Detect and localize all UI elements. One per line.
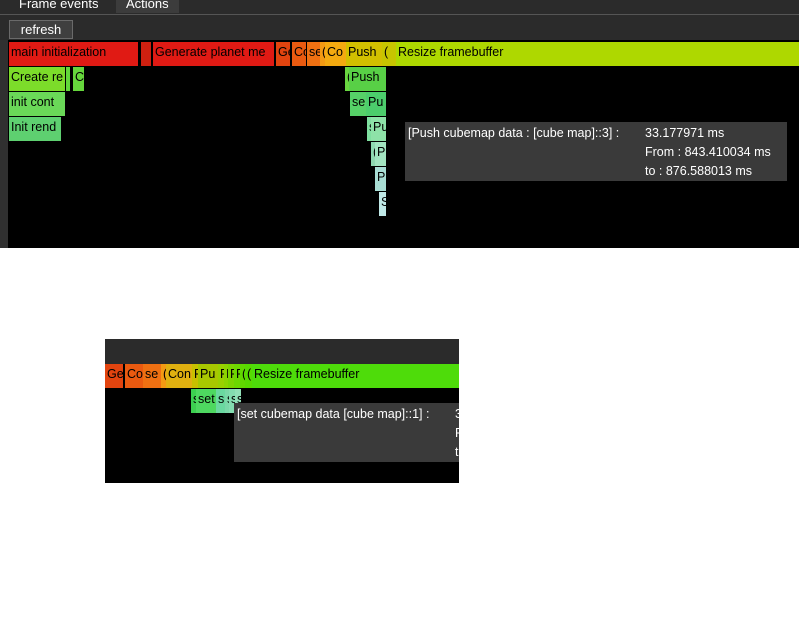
event-bar[interactable]: Pu: [366, 92, 386, 116]
profiler-zoomed-view: Ge Co se ( Con F Pu F I F F ( ( Resize f…: [105, 339, 459, 483]
event-tooltip: [Push cubemap data : [cube map]::3] : 33…: [405, 122, 787, 181]
event-bar[interactable]: se: [143, 364, 161, 388]
profiler-window: Frame events Actions refresh main initia…: [0, 0, 799, 248]
event-bar[interactable]: Pu: [198, 364, 218, 388]
tooltip-event-name: [Push cubemap data : [cube map]::3] :: [408, 126, 620, 140]
event-bar[interactable]: Generate planet me: [153, 42, 274, 66]
tooltip-to: to : 876.588013 ms: [645, 164, 753, 178]
event-bar[interactable]: Co: [292, 42, 306, 66]
event-bar[interactable]: Push: [349, 67, 386, 91]
event-bar[interactable]: P: [375, 167, 386, 191]
event-bar[interactable]: Ge: [276, 42, 290, 66]
event-bar[interactable]: Init rend: [9, 117, 61, 141]
event-bar[interactable]: Con: [166, 364, 192, 388]
tooltip-to: t: [455, 445, 459, 459]
event-bar[interactable]: [66, 67, 70, 91]
event-bar[interactable]: Co: [125, 364, 143, 388]
event-bar[interactable]: se: [307, 42, 320, 66]
event-bar[interactable]: Ge: [105, 364, 123, 388]
event-bar[interactable]: S: [379, 192, 386, 216]
tab-actions[interactable]: Actions: [116, 0, 179, 13]
event-bar[interactable]: P: [375, 142, 386, 166]
event-tooltip: [set cubemap data [cube map]::1] : 3 F t: [234, 403, 459, 462]
flame-graph-canvas[interactable]: main initialization Generate planet me G…: [8, 40, 799, 248]
left-gutter: [0, 40, 8, 248]
event-bar[interactable]: s: [216, 389, 225, 413]
tooltip-event-name: [set cubemap data [cube map]::1] :: [237, 407, 430, 421]
event-bar[interactable]: set: [196, 389, 216, 413]
tab-bar: Frame events Actions: [0, 0, 799, 15]
event-bar[interactable]: (: [245, 364, 252, 388]
event-bar[interactable]: Pu: [371, 117, 386, 141]
event-bar[interactable]: init cont: [9, 92, 65, 116]
event-bar[interactable]: [141, 42, 151, 66]
tooltip-duration: 33.177971 ms: [645, 126, 725, 140]
tab-frame-events[interactable]: Frame events: [9, 0, 109, 13]
tooltip-duration: 3: [455, 407, 459, 421]
event-bar[interactable]: (: [382, 42, 396, 66]
event-bar[interactable]: Push: [346, 42, 382, 66]
zoomed-header-band: [105, 339, 459, 364]
event-bar[interactable]: main initialization: [9, 42, 138, 66]
event-bar[interactable]: se: [350, 92, 366, 116]
event-bar[interactable]: Resize framebuffer: [252, 364, 459, 388]
refresh-button[interactable]: refresh: [9, 20, 73, 39]
event-bar[interactable]: C: [73, 67, 84, 91]
event-bar[interactable]: Resize framebuffer: [396, 42, 799, 66]
tooltip-from: F: [455, 426, 459, 440]
tooltip-from: From : 843.410034 ms: [645, 145, 771, 159]
event-bar[interactable]: Co: [325, 42, 346, 66]
event-bar[interactable]: Create re: [9, 67, 65, 91]
